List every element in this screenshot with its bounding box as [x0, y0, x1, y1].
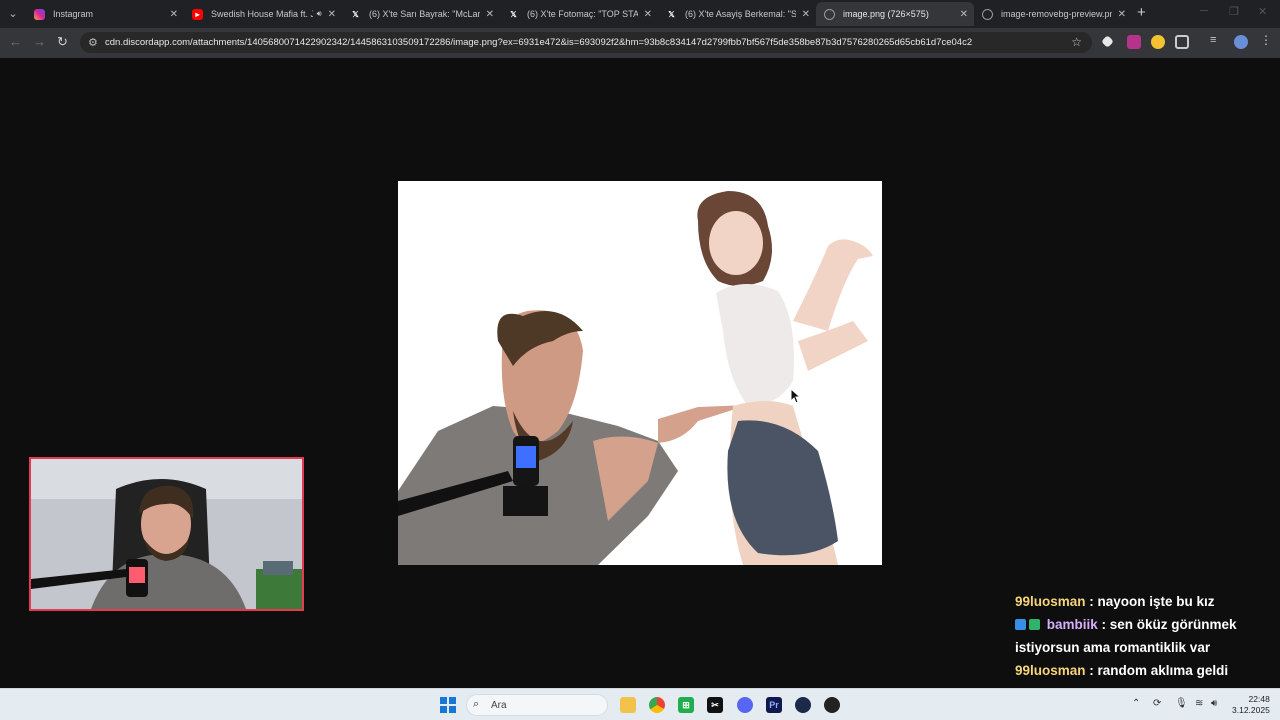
x-icon: 𝕏 — [668, 9, 675, 19]
close-tab-icon[interactable]: ✕ — [328, 9, 336, 20]
close-window-icon[interactable]: ✕ — [1258, 5, 1267, 18]
minimize-icon[interactable]: ─ — [1200, 5, 1208, 17]
tab-title: Instagram — [53, 9, 94, 19]
sub-badge-icon — [1029, 619, 1040, 630]
tab-x-2[interactable]: 𝕏 (6) X'te Fotomaç: "TOP STADYU ✕ — [500, 2, 658, 26]
media-list-icon[interactable]: ≡ — [1210, 34, 1224, 48]
forward-icon[interactable]: → — [33, 34, 46, 49]
chat-username: 99luosman — [1015, 594, 1086, 609]
extension-diamond-icon[interactable] — [1101, 35, 1114, 48]
url-text[interactable]: cdn.discordapp.com/attachments/140568007… — [105, 37, 972, 48]
extension-purple-icon[interactable] — [1127, 35, 1141, 49]
sync-icon[interactable]: ⟳ — [1153, 698, 1161, 709]
speaker-icon[interactable]: 🔊︎ — [317, 9, 322, 19]
address-bar[interactable]: ⚙ cdn.discordapp.com/attachments/1405680… — [80, 32, 1092, 53]
tab-strip: ⌄ Instagram ✕ ▸ Swedish House Mafia ft. … — [0, 0, 1280, 28]
new-tab-icon[interactable]: + — [1137, 4, 1146, 21]
instagram-icon — [34, 8, 45, 20]
tab-image-png[interactable]: image.png (726×575) ✕ — [816, 2, 974, 26]
spreadsheet-app-icon[interactable]: ⊞ — [678, 697, 694, 713]
taskbar-search[interactable]: ⌕ Ara — [466, 694, 608, 716]
discord-icon[interactable] — [737, 697, 753, 713]
viewed-image — [398, 181, 882, 565]
webcam-overlay — [29, 457, 304, 611]
chat-text: nayoon işte bu kız — [1097, 594, 1215, 609]
clock-time: 22:48 — [1248, 694, 1270, 704]
tab-title: (6) X'te Sarı Bayrak: "McLaren, A — [369, 9, 480, 19]
tray-chevron-icon[interactable]: ⌃ — [1132, 698, 1140, 709]
extensions-puzzle-icon[interactable] — [1175, 35, 1189, 49]
globe-icon — [982, 8, 993, 20]
x-icon: 𝕏 — [510, 9, 517, 19]
close-tab-icon[interactable]: ✕ — [486, 9, 494, 20]
premiere-pro-icon[interactable]: Pr — [766, 697, 782, 713]
tab-x-3[interactable]: 𝕏 (6) X'te Asayiş Berkemal: "Seyir ✕ — [658, 2, 816, 26]
tab-title: image.png (726×575) — [843, 9, 929, 19]
tab-title: Swedish House Mafia ft. John — [211, 9, 313, 19]
chrome-icon[interactable] — [649, 697, 665, 713]
close-tab-icon[interactable]: ✕ — [960, 9, 968, 20]
tab-title: (6) X'te Asayiş Berkemal: "Seyir — [685, 9, 796, 19]
back-icon[interactable]: ← — [9, 34, 22, 49]
menu-kebab-icon[interactable]: ⋮ — [1260, 33, 1274, 47]
youtube-icon: ▸ — [192, 8, 203, 20]
steam-icon[interactable] — [795, 697, 811, 713]
x-icon: 𝕏 — [352, 9, 359, 19]
tab-search-icon[interactable]: ⌄ — [4, 5, 22, 23]
close-tab-icon[interactable]: ✕ — [644, 9, 652, 20]
webcam-feed — [31, 459, 302, 609]
profile-avatar-icon[interactable] — [1234, 35, 1248, 49]
mouse-cursor-icon — [790, 388, 802, 404]
capcut-icon[interactable]: ✂ — [707, 697, 723, 713]
tab-title: (6) X'te Fotomaç: "TOP STADYU — [527, 9, 638, 19]
chat-text: random aklıma geldi — [1097, 663, 1229, 678]
chat-message: 99luosman : nayoon işte bu kız — [1015, 594, 1215, 609]
chat-username: bambiik — [1046, 617, 1098, 632]
tab-youtube[interactable]: ▸ Swedish House Mafia ft. John 🔊︎ ✕ — [184, 2, 342, 26]
microphone-icon[interactable]: 🎙︎ — [1175, 698, 1188, 709]
search-icon: ⌕ — [473, 698, 480, 710]
system-clock[interactable]: 22:48 3.12.2025 — [1232, 694, 1270, 716]
tab-x-1[interactable]: 𝕏 (6) X'te Sarı Bayrak: "McLaren, A ✕ — [342, 2, 500, 26]
site-info-icon[interactable]: ⚙ — [88, 36, 98, 49]
chat-message: bambiik : sen öküz görünmek istiyorsun a… — [1015, 617, 1237, 655]
close-tab-icon[interactable]: ✕ — [170, 9, 178, 20]
windows-start-icon[interactable] — [440, 697, 456, 713]
star-badge-icon — [1015, 619, 1026, 630]
clock-date: 3.12.2025 — [1232, 705, 1270, 715]
tab-title: image-removebg-preview.png — [1001, 9, 1112, 19]
chat-message: 99luosman : random aklıma geldi — [1015, 663, 1229, 678]
volume-icon[interactable]: 🔊︎ — [1211, 698, 1217, 709]
image-content — [398, 181, 882, 565]
wifi-icon[interactable]: ≋ — [1195, 698, 1203, 709]
obs-icon[interactable] — [824, 697, 840, 713]
bookmark-star-icon[interactable]: ☆ — [1071, 35, 1082, 49]
file-explorer-icon[interactable] — [620, 697, 636, 713]
extension-yellow-icon[interactable] — [1151, 35, 1165, 49]
close-tab-icon[interactable]: ✕ — [802, 9, 810, 20]
globe-icon — [824, 8, 835, 20]
reload-icon[interactable]: ↻ — [57, 34, 68, 50]
tab-instagram[interactable]: Instagram ✕ — [26, 2, 184, 26]
browser-toolbar: ← → ↻ ⚙ cdn.discordapp.com/attachments/1… — [0, 28, 1280, 58]
tab-removebg[interactable]: image-removebg-preview.png ✕ — [974, 2, 1132, 26]
close-tab-icon[interactable]: ✕ — [1118, 9, 1126, 20]
restore-icon[interactable]: ❐ — [1229, 5, 1239, 18]
chat-username: 99luosman — [1015, 663, 1086, 678]
search-placeholder: Ara — [491, 700, 507, 711]
windows-taskbar: ⌕ Ara ⊞ ✂ Pr ⌃ ⟳ 🎙︎ ≋ 🔊︎ 22:48 3.12.2025 — [0, 688, 1280, 720]
chat-overlay: 99luosman : nayoon işte bu kız bambiik :… — [1015, 590, 1275, 682]
